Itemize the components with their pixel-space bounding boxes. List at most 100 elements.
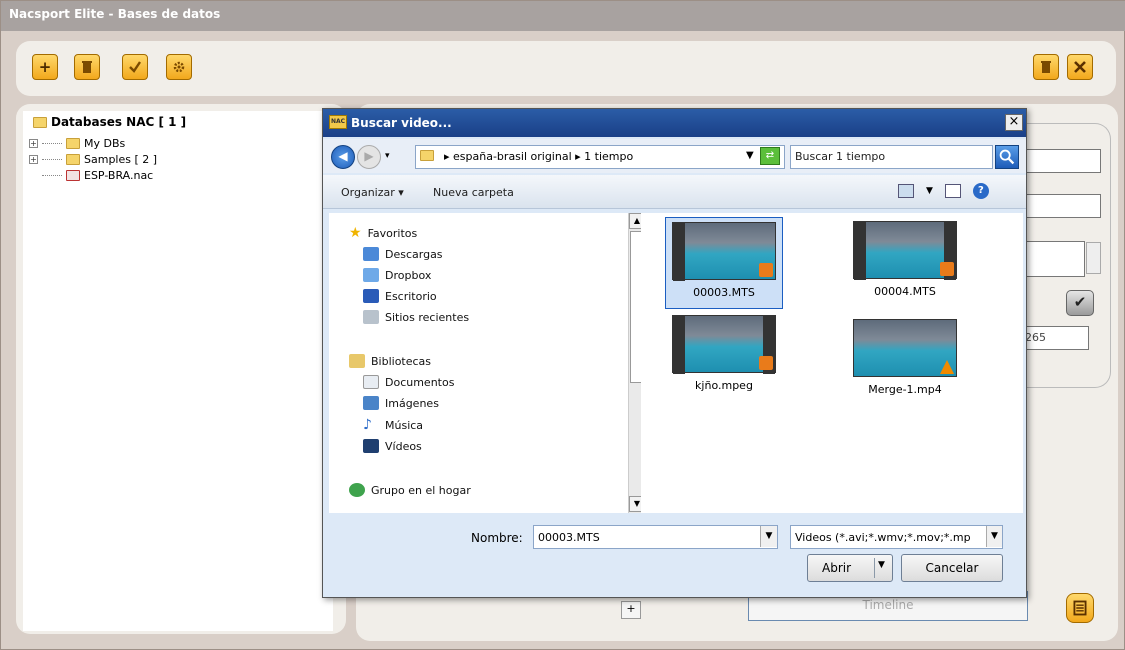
tree-item-my-dbs[interactable]: + My DBs — [29, 137, 125, 150]
folder-icon — [420, 150, 434, 161]
tree-root[interactable]: Databases NAC [ 1 ] — [33, 115, 186, 129]
file-list: 00003.MTS 00004.MTS kjño.mpeg Merge-1.mp… — [641, 213, 1023, 513]
recent-locations-chevron-icon[interactable]: ▾ — [385, 151, 390, 161]
tree-root-label: Databases NAC [ 1 ] — [51, 115, 187, 129]
documents-icon — [363, 375, 379, 389]
file-item[interactable]: 00003.MTS — [665, 217, 783, 309]
folder-icon — [66, 154, 80, 165]
homegroup-icon — [349, 483, 365, 497]
video-thumbnail-icon — [853, 319, 957, 377]
tree-item-label: My DBs — [84, 137, 126, 150]
recent-places-icon — [363, 310, 379, 324]
video-thumbnail-icon — [672, 315, 776, 374]
open-split-divider — [874, 558, 875, 578]
dialog-close-button[interactable]: × — [1005, 114, 1023, 131]
nav-imagenes[interactable]: Imágenes — [363, 396, 439, 410]
organize-menu[interactable]: Organizar ▾ — [341, 186, 404, 199]
file-name: kjño.mpeg — [695, 379, 753, 392]
nav-item-label: Vídeos — [385, 439, 422, 453]
close-app-button[interactable] — [1067, 54, 1093, 80]
dialog-title-bar[interactable]: NAC Buscar video... — [323, 109, 1026, 137]
nav-documentos[interactable]: Documentos — [363, 375, 454, 389]
play-badge-icon — [759, 356, 773, 370]
breadcrumb-folder[interactable]: españa-brasil original — [453, 150, 572, 163]
filename-dropdown-icon[interactable]: ▼ — [760, 526, 777, 547]
nav-item-label: Música — [385, 418, 424, 432]
change-view-icon[interactable] — [898, 184, 914, 198]
close-icon — [1074, 61, 1086, 73]
back-arrow-icon: ◀ — [338, 149, 348, 163]
preview-pane-icon[interactable] — [944, 184, 961, 198]
nav-libraries-label: Bibliotecas — [371, 354, 432, 368]
nav-escritorio[interactable]: Escritorio — [363, 289, 437, 303]
view-dropdown-icon[interactable]: ▼ — [926, 186, 933, 196]
new-folder-button[interactable]: Nueva carpeta — [433, 186, 514, 199]
detail-field-2[interactable] — [1023, 194, 1101, 218]
tree-item-esp-bra[interactable]: ESP-BRA.nac — [42, 169, 153, 182]
expand-icon[interactable]: + — [29, 155, 38, 164]
confirm-details-button[interactable]: ✔ — [1066, 290, 1094, 316]
nav-dropbox[interactable]: Dropbox — [363, 268, 431, 282]
nac-file-icon — [66, 170, 80, 181]
nav-item-label: Escritorio — [385, 289, 437, 303]
search-input[interactable]: Buscar 1 tiempo — [790, 145, 993, 169]
breadcrumb-subfolder[interactable]: 1 tiempo — [584, 150, 633, 163]
detail-field-1[interactable] — [1023, 149, 1101, 173]
file-name: Merge-1.mp4 — [868, 383, 942, 396]
command-bar: Organizar ▾ Nueva carpeta ▼ ? — [323, 175, 1026, 209]
file-name: 00003.MTS — [693, 286, 755, 299]
nav-favorites-label: Favoritos — [367, 226, 418, 240]
nacsport-logo-icon: NAC — [329, 115, 347, 129]
filename-input[interactable]: 00003.MTS — [533, 525, 778, 549]
file-type-select[interactable]: Videos (*.avi;*.wmv;*.mov;*.mp — [790, 525, 1003, 549]
confirm-button[interactable] — [122, 54, 148, 80]
downloads-icon — [363, 247, 379, 261]
detail-textarea[interactable] — [1023, 241, 1085, 277]
nav-grupo-hogar[interactable]: Grupo en el hogar — [349, 483, 471, 497]
breadcrumb-arrow-icon: ▸ — [444, 150, 454, 163]
tree-item-samples[interactable]: + Samples [ 2 ] — [29, 153, 157, 166]
forward-button[interactable]: ▶ — [357, 145, 381, 169]
help-icon[interactable]: ? — [972, 183, 989, 199]
settings-button[interactable] — [166, 54, 192, 80]
address-bar[interactable]: ▸ españa-brasil original ▸ 1 tiempo ▼ — [415, 145, 785, 169]
check-icon — [129, 61, 141, 73]
nav-item-label: Imágenes — [385, 396, 439, 410]
detail-value: 265 — [1025, 331, 1046, 344]
video-thumbnail-icon — [853, 221, 957, 280]
delete-database-button[interactable] — [74, 54, 100, 80]
vlc-cone-icon — [940, 360, 954, 374]
nav-sitios-recientes[interactable]: Sitios recientes — [363, 310, 469, 324]
nav-favorites[interactable]: ★ Favoritos — [349, 225, 417, 241]
cancel-button[interactable]: Cancelar — [901, 554, 1003, 582]
open-options-icon[interactable]: ▼ — [878, 560, 885, 570]
nav-videos[interactable]: Vídeos — [363, 439, 422, 453]
add-small-button[interactable]: + — [621, 601, 641, 619]
libraries-icon — [349, 354, 365, 368]
gear-icon — [173, 61, 185, 73]
back-button[interactable]: ◀ — [331, 145, 355, 169]
detail-scrollbar[interactable] — [1086, 242, 1101, 274]
file-item[interactable]: Merge-1.mp4 — [846, 319, 964, 396]
star-icon: ★ — [349, 225, 362, 241]
nav-descargas[interactable]: Descargas — [363, 247, 443, 261]
address-row: ◀ ▶ ▾ ▸ españa-brasil original ▸ 1 tiemp… — [323, 139, 1026, 173]
top-toolbar: + — [16, 41, 1116, 96]
file-item[interactable]: kjño.mpeg — [665, 315, 783, 392]
nav-musica[interactable]: ♪ Música — [363, 417, 423, 433]
file-type-dropdown-icon[interactable]: ▼ — [986, 526, 1002, 547]
search-button[interactable] — [995, 145, 1019, 169]
add-database-button[interactable]: + — [32, 54, 58, 80]
dropbox-icon — [363, 268, 379, 282]
refresh-button[interactable]: ⇄ — [760, 147, 780, 165]
list-button[interactable] — [1066, 593, 1094, 623]
delete-right-button[interactable] — [1033, 54, 1059, 80]
view-controls: ▼ ? — [898, 183, 989, 199]
file-item[interactable]: 00004.MTS — [846, 221, 964, 298]
nav-item-label: Grupo en el hogar — [371, 483, 471, 497]
expand-icon[interactable]: + — [29, 139, 38, 148]
address-dropdown-icon[interactable]: ▼ — [746, 150, 754, 161]
app-title: Nacsport Elite - Bases de datos — [1, 1, 1125, 31]
nav-bibliotecas[interactable]: Bibliotecas — [349, 354, 431, 368]
list-icon — [1073, 600, 1087, 616]
